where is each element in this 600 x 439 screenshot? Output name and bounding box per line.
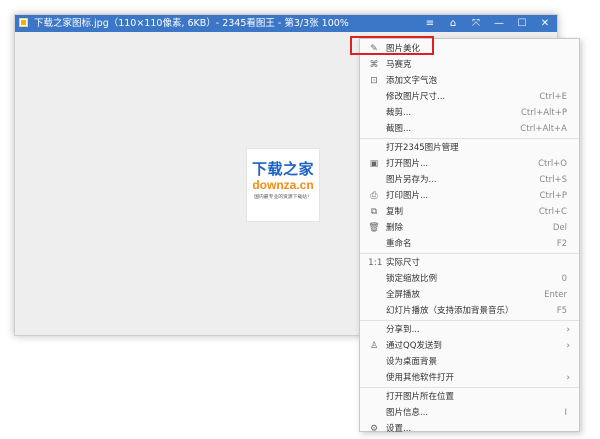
fullscreen-icon[interactable]: ⤧ [467,15,485,32]
menu-item-shortcut: Ctrl+C [538,207,567,217]
skin-icon[interactable]: ⌂ [444,15,462,32]
menu-item-label: 打开2345图片管理 [386,143,459,153]
menu-item-label: 裁剪... [386,108,412,118]
menu-item-resize[interactable]: 修改图片尺寸... Ctrl+E [360,89,579,105]
menu-item-save-as[interactable]: 图片另存为... Ctrl+S [360,172,579,188]
menu-item-label: 复制 [386,207,404,217]
mosaic-icon: ⌘ [369,60,379,70]
menu-item-label: 设为桌面背景 [386,357,438,367]
menu-item-copy[interactable]: ⧉ 复制 Ctrl+C [360,204,579,220]
menu-item-send-qq[interactable]: ♙ 通过QQ发送到 › [360,338,579,354]
menu-item-open-with[interactable]: 使用其他软件打开 › [360,370,579,386]
copy-icon: ⧉ [370,207,378,217]
printer-icon: ⎙ [370,191,378,201]
menu-item-shortcut: Del [552,223,567,233]
maximize-button[interactable]: ☐ [513,15,531,32]
menu-item-label: 修改图片尺寸... [386,92,446,102]
menu-item-open-manager[interactable]: 打开2345图片管理 [360,140,579,156]
window-title: 下载之家图标.jpg（110×110像素, 6KB）- 2345看图王 - 第3… [34,18,349,29]
menu-item-label: 全屏播放 [386,290,421,300]
qq-icon: ♙ [369,341,379,351]
menu-item-shortcut: F2 [556,239,567,249]
menu-item-image-info[interactable]: 图片信息... I [360,405,579,421]
menu-item-shortcut: F5 [556,306,567,316]
menu-item-rename[interactable]: 重命名 F2 [360,236,579,252]
displayed-image[interactable]: 下载之家 downza.cn 国内最专业的资源下载站！ [246,148,320,222]
menu-item-label: 图片美化 [386,44,421,54]
menu-item-shortcut: Ctrl+Alt+A [520,124,567,134]
menu-item-shortcut: 0 [561,274,567,284]
menu-item-label: 设置... [386,424,412,434]
menu-item-label: 图片另存为... [386,175,437,185]
menu-item-label: 打开图片... [386,159,429,169]
menu-item-label: 打印图片... [386,191,429,201]
menu-item-label: 使用其他软件打开 [386,373,455,383]
menu-item-label: 通过QQ发送到 [386,341,442,351]
menu-item-label: 锁定缩放比例 [386,274,438,284]
context-menu: ✎ 图片美化 ⌘ 马赛克 ⊡ 添加文字气泡 修改图片尺寸... Ctrl+E 裁… [359,38,580,434]
menu-item-mosaic[interactable]: ⌘ 马赛克 [360,57,579,73]
logo-slogan: 国内最专业的资源下载站！ [254,195,312,200]
title-bar[interactable]: 下载之家图标.jpg（110×110像素, 6KB）- 2345看图王 - 第3… [15,15,557,32]
menu-item-shortcut: Ctrl+E [539,92,567,102]
menu-item-crop[interactable]: 裁剪... Ctrl+Alt+P [360,105,579,121]
chevron-right-icon: › [566,341,570,351]
menu-item-shortcut: Ctrl+P [539,191,567,201]
actual-size-icon: 1:1 [368,258,383,268]
menu-item-delete[interactable]: 🗑 删除 Del [360,220,579,236]
menu-item-shortcut: I [564,408,567,418]
menu-item-screenshot[interactable]: 截图... Ctrl+Alt+A [360,121,579,137]
gear-icon: ⚙ [369,424,379,434]
menu-item-label: 幻灯片播放（支持添加背景音乐） [386,306,514,316]
logo-domain: downza.cn [252,178,314,192]
menu-item-shortcut: Ctrl+Alt+P [520,108,567,118]
chevron-right-icon: › [566,373,570,383]
menu-item-label: 实际尺寸 [386,258,421,268]
menu-item-label: 截图... [386,124,412,134]
menu-item-lock-zoom[interactable]: 锁定缩放比例 0 [360,271,579,287]
menu-item-slideshow[interactable]: 幻灯片播放（支持添加背景音乐） F5 [360,303,579,319]
menu-item-print[interactable]: ⎙ 打印图片... Ctrl+P [360,188,579,204]
menu-item-label: 图片信息... [386,408,429,418]
menu-item-fullscreen[interactable]: 全屏播放 Enter [360,287,579,303]
menu-item-text-bubble[interactable]: ⊡ 添加文字气泡 [360,73,579,89]
chevron-right-icon: › [566,325,570,335]
menu-item-label: 删除 [386,223,404,233]
close-button[interactable]: ✕ [536,15,554,32]
image-icon: ▣ [369,159,379,169]
menu-item-label: 重命名 [386,239,412,249]
edit-icon: ✎ [370,44,378,54]
menu-separator [360,320,579,321]
trash-icon: 🗑 [368,223,380,233]
logo-title: 下载之家 [251,160,314,178]
menu-item-label: 分享到... [386,325,420,335]
menu-item-label: 打开图片所在位置 [386,392,455,402]
menu-item-open-location[interactable]: 打开图片所在位置 [360,389,579,405]
menu-icon[interactable]: ≡ [421,15,439,32]
menu-item-beautify[interactable]: ✎ 图片美化 [360,41,579,57]
menu-separator [360,253,579,254]
menu-item-actual-size[interactable]: 1:1 实际尺寸 [360,255,579,271]
minimize-button[interactable]: — [490,15,508,32]
menu-item-share[interactable]: 分享到... › [360,322,579,338]
menu-item-shortcut: Ctrl+O [538,159,567,169]
menu-item-label: 添加文字气泡 [386,76,438,86]
menu-separator [360,387,579,388]
menu-item-settings[interactable]: ⚙ 设置... [360,421,579,437]
text-bubble-icon: ⊡ [370,76,378,86]
menu-item-open-image[interactable]: ▣ 打开图片... Ctrl+O [360,156,579,172]
menu-item-shortcut: Ctrl+S [539,175,567,185]
app-icon [19,18,28,27]
menu-item-set-wallpaper[interactable]: 设为桌面背景 [360,354,579,370]
menu-item-shortcut: Enter [544,290,567,300]
menu-item-label: 马赛克 [386,60,412,70]
menu-separator [360,138,579,139]
